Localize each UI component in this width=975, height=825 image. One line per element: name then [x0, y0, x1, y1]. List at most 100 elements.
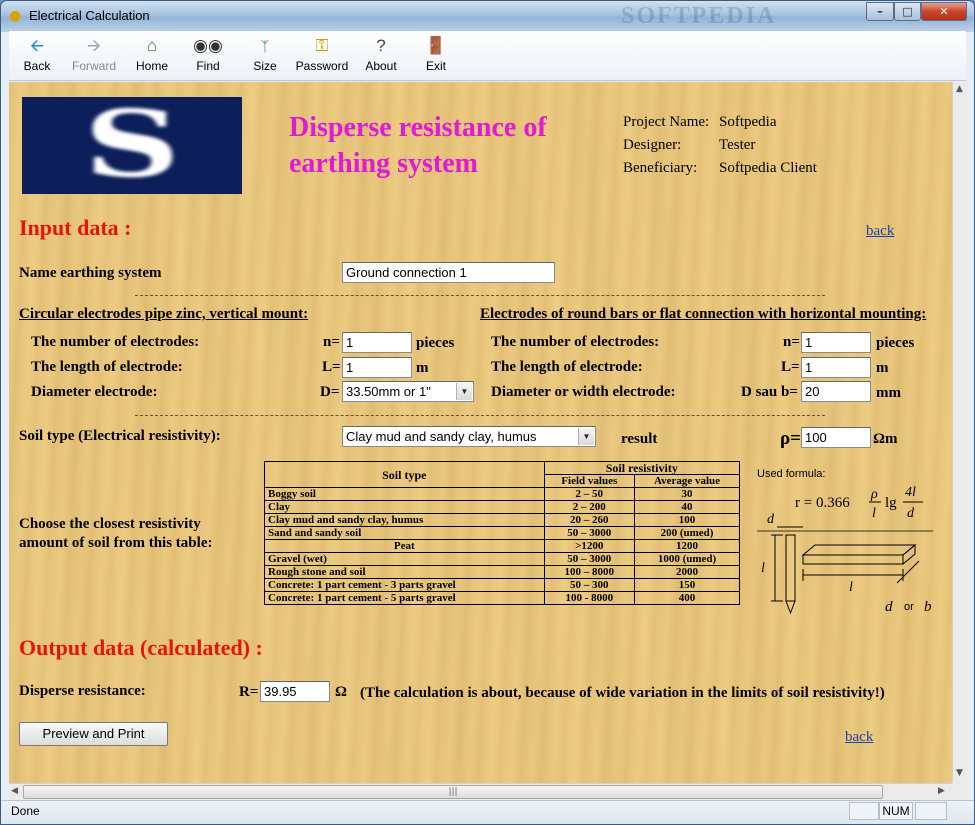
close-button[interactable]: ✕: [921, 2, 967, 21]
find-button[interactable]: ◉◉ Find: [193, 35, 223, 79]
num-lock-indicator: NUM: [879, 802, 913, 820]
home-icon: ⌂: [146, 36, 158, 55]
preview-print-button[interactable]: Preview and Print: [19, 722, 168, 746]
h-diameter-input[interactable]: 20: [801, 381, 871, 402]
binoculars-icon: ◉◉: [193, 36, 223, 55]
size-button[interactable]: ᛉ Size: [251, 35, 279, 79]
find-button-label: Find: [196, 59, 220, 73]
scroll-thumb[interactable]: |||: [23, 785, 883, 799]
key-icon: ⚿: [315, 36, 329, 55]
scroll-up-icon[interactable]: ▲: [956, 84, 963, 94]
v-length-input[interactable]: 1: [342, 357, 412, 378]
softpedia-logo: S: [22, 97, 242, 194]
avg-cell: 400: [633, 591, 741, 605]
soil-type-value: Clay mud and sandy clay, humus: [346, 429, 537, 444]
exit-door-icon: 🚪: [425, 36, 447, 55]
formula-l: l: [872, 506, 876, 521]
minimize-button[interactable]: –: [866, 2, 894, 21]
rho-input[interactable]: 100: [801, 427, 871, 448]
project-name-label: Project Name:: [623, 114, 710, 130]
chevron-down-icon[interactable]: ▼: [456, 383, 472, 400]
beneficiary-value: Softpedia Client: [719, 160, 817, 176]
soil-type-cell: Sand and sandy soil: [264, 526, 545, 540]
h-diameter-label: Diameter or width electrode:: [491, 384, 676, 400]
field-cell: 100 – 8000: [543, 565, 635, 579]
back-button[interactable]: 🡨 Back: [17, 35, 57, 79]
password-button[interactable]: ⚿ Password: [295, 35, 349, 79]
table-row: Concrete: 1 part cement - 3 parts gravel…: [264, 578, 741, 592]
maximize-icon: □: [902, 5, 913, 18]
password-button-label: Password: [295, 59, 349, 73]
vertical-electrodes-heading: Circular electrodes pipe zinc, vertical …: [19, 306, 309, 322]
window-title: Electrical Calculation: [29, 8, 150, 23]
scroll-down-icon[interactable]: ▼: [956, 768, 963, 778]
v-diameter-prefix: D=: [320, 384, 340, 400]
h-diameter-prefix: D sau b=: [741, 384, 798, 400]
lightbulb-icon: ●: [9, 8, 22, 24]
r-prefix: R=: [239, 684, 259, 700]
diagram-d2-label: d: [885, 599, 893, 615]
h-length-input[interactable]: 1: [801, 357, 871, 378]
formula-diagram: Used formula: r = 0.366 ρ l lg 4l d d l …: [747, 465, 937, 615]
resistance-output[interactable]: 39.95: [260, 681, 330, 702]
forward-button-label: Forward: [71, 59, 116, 73]
col-soil-type-header: Soil type: [264, 461, 545, 488]
name-earthing-input[interactable]: Ground connection 1: [342, 262, 555, 283]
avg-cell: 40: [633, 500, 741, 514]
soil-type-select[interactable]: Clay mud and sandy clay, humus ▼: [342, 426, 596, 447]
designer-label: Designer:: [623, 137, 682, 153]
back-button-label: Back: [23, 59, 51, 73]
exit-button[interactable]: 🚪 Exit: [422, 35, 450, 79]
input-data-heading: Input data :: [19, 215, 132, 240]
back-link-bottom[interactable]: back: [845, 729, 873, 746]
soil-type-cell: Clay: [264, 500, 545, 514]
soil-type-cell: Boggy soil: [264, 487, 545, 501]
font-size-icon: ᛉ: [260, 38, 270, 54]
field-cell: 20 – 260: [543, 513, 635, 527]
disperse-resistance-label: Disperse resistance:: [19, 683, 146, 699]
h-length-label: The length of electrode:: [491, 359, 643, 375]
v-count-label: The number of electrodes:: [31, 334, 200, 350]
soil-type-cell: Concrete: 1 part cement - 5 parts gravel: [264, 591, 545, 605]
back-link-top[interactable]: back: [866, 223, 894, 240]
scroll-right-icon[interactable]: ▶: [938, 786, 945, 796]
forward-button[interactable]: 🡪 Forward: [69, 35, 119, 79]
table-row: Concrete: 1 part cement - 5 parts gravel…: [264, 591, 741, 605]
v-count-prefix: n=: [323, 334, 340, 350]
maximize-button[interactable]: □: [894, 2, 921, 21]
col-avg-header: Average value: [633, 474, 741, 488]
softpedia-watermark: SOFTPEDIA: [621, 3, 777, 29]
formula-d: d: [907, 506, 915, 521]
about-button[interactable]: ? About: [361, 35, 401, 79]
back-arrow-icon: 🡨: [30, 36, 44, 55]
toolbar: 🡨 Back 🡪 Forward ⌂ Home ◉◉ Find ᛉ Size ⚿…: [9, 31, 966, 81]
v-count-input[interactable]: 1: [342, 332, 412, 353]
avg-cell: 1200: [633, 539, 741, 553]
formula-4l: 4l: [905, 485, 916, 500]
page-content: S Disperse resistance of earthing system…: [9, 82, 952, 783]
close-icon: ✕: [939, 5, 949, 18]
soil-resistivity-table: Soil type Soil resistivity Field values …: [264, 461, 741, 605]
vertical-scrollbar[interactable]: ▲ ▼: [952, 82, 969, 783]
project-name-value: Softpedia: [719, 114, 777, 130]
result-label: result: [621, 431, 658, 447]
h-count-label: The number of electrodes:: [491, 334, 660, 350]
chevron-down-icon[interactable]: ▼: [578, 428, 594, 445]
formula-rho: ρ: [870, 487, 878, 502]
table-row: Boggy soil 2 – 50 30: [264, 487, 741, 501]
soil-type-cell: Peat: [264, 539, 545, 553]
v-diameter-select[interactable]: 33.50mm or 1" ▼: [342, 381, 474, 402]
scroll-left-icon[interactable]: ◀: [11, 786, 18, 796]
v-length-label: The length of electrode:: [31, 359, 183, 375]
designer-value: Tester: [719, 137, 756, 153]
table-row: Clay mud and sandy clay, humus 20 – 260 10…: [264, 513, 741, 527]
rho-prefix: ρ=: [780, 428, 801, 449]
avg-cell: 100: [633, 513, 741, 527]
diagram-l-label: l: [761, 561, 765, 576]
h-count-prefix: n=: [783, 334, 800, 350]
title-bar: ● Electrical Calculation SOFTPEDIA – □ ✕: [1, 1, 974, 31]
h-count-input[interactable]: 1: [801, 332, 871, 353]
v-length-unit: m: [416, 360, 429, 376]
horizontal-scrollbar[interactable]: ◀ ||| ▶: [9, 783, 952, 800]
home-button[interactable]: ⌂ Home: [131, 35, 173, 79]
